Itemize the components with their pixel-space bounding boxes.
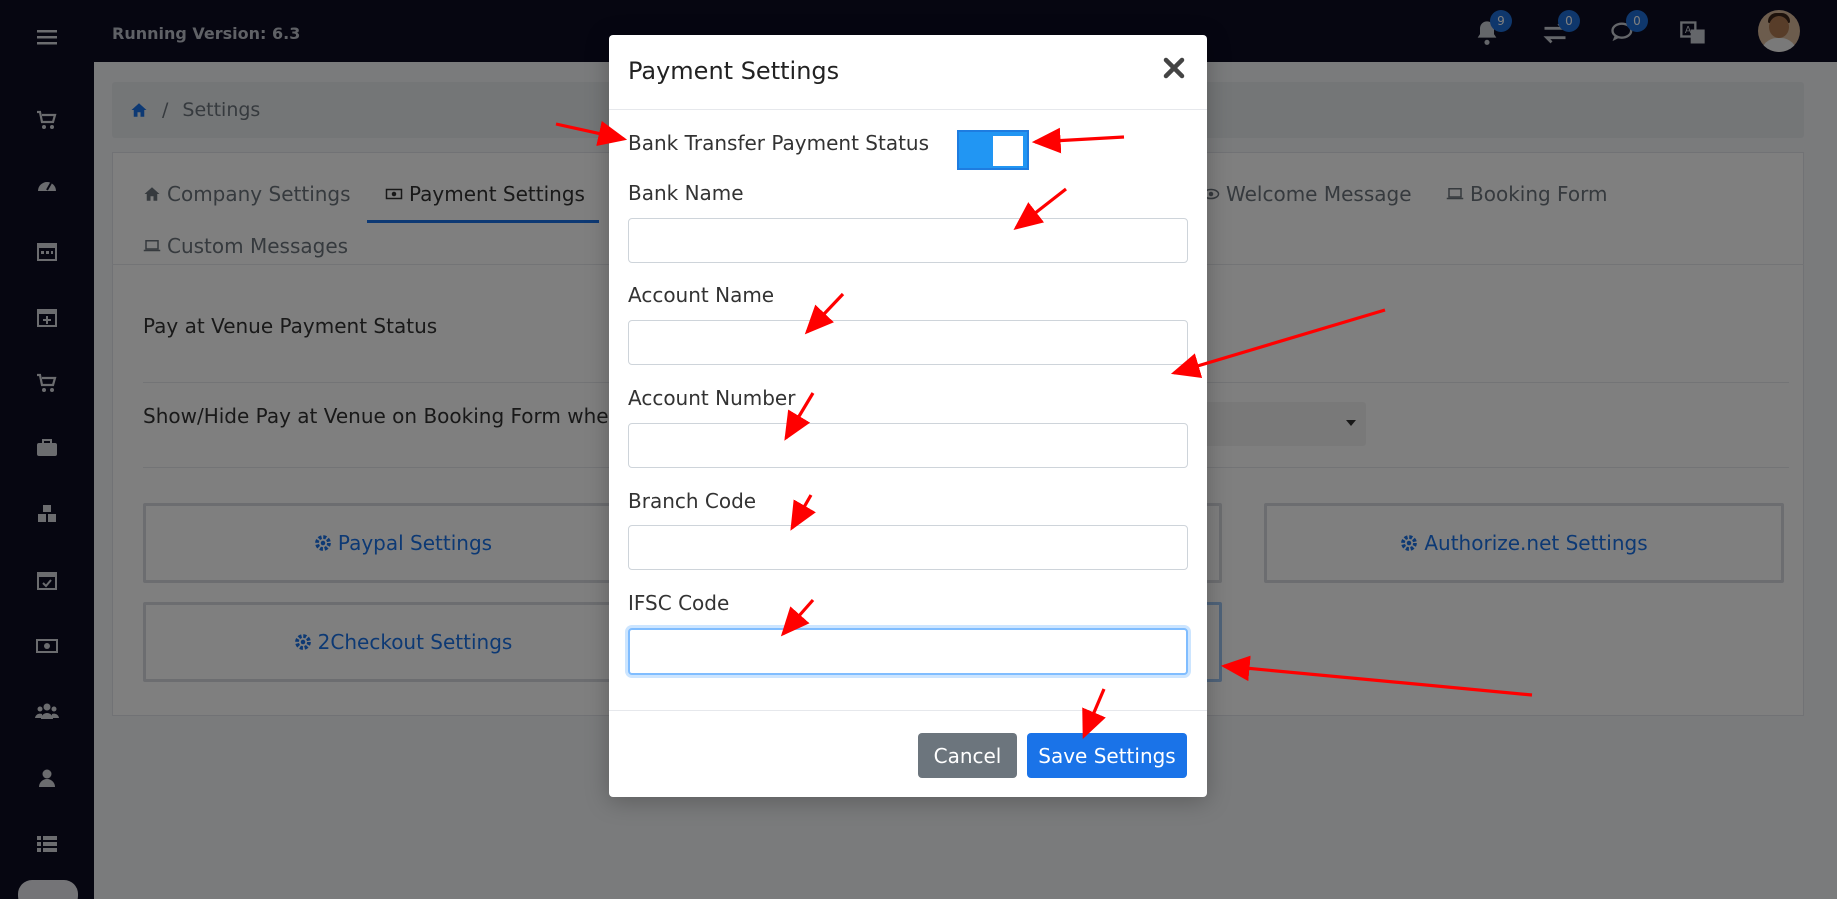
bank-transfer-status-label: Bank Transfer Payment Status (628, 131, 930, 155)
branch-code-label: Branch Code (628, 489, 757, 513)
close-icon (1163, 57, 1185, 79)
save-settings-button[interactable]: Save Settings (1027, 733, 1187, 778)
modal-title: Payment Settings (628, 57, 840, 85)
branch-code-input[interactable] (628, 525, 1188, 570)
bank-transfer-status-toggle[interactable] (957, 130, 1029, 170)
toggle-knob (993, 136, 1023, 166)
account-number-input[interactable] (628, 423, 1188, 468)
close-button[interactable] (1159, 53, 1189, 83)
payment-settings-modal: Payment Settings Bank Transfer Payment S… (609, 35, 1207, 797)
account-name-label: Account Name (628, 283, 775, 307)
ifsc-code-input[interactable] (628, 628, 1188, 675)
account-name-input[interactable] (628, 320, 1188, 365)
bank-name-input[interactable] (628, 218, 1188, 263)
ifsc-code-label: IFSC Code (628, 591, 730, 615)
modal-header: Payment Settings (609, 35, 1207, 110)
bank-name-label: Bank Name (628, 181, 744, 205)
account-number-label: Account Number (628, 386, 796, 410)
cancel-button[interactable]: Cancel (918, 733, 1017, 778)
